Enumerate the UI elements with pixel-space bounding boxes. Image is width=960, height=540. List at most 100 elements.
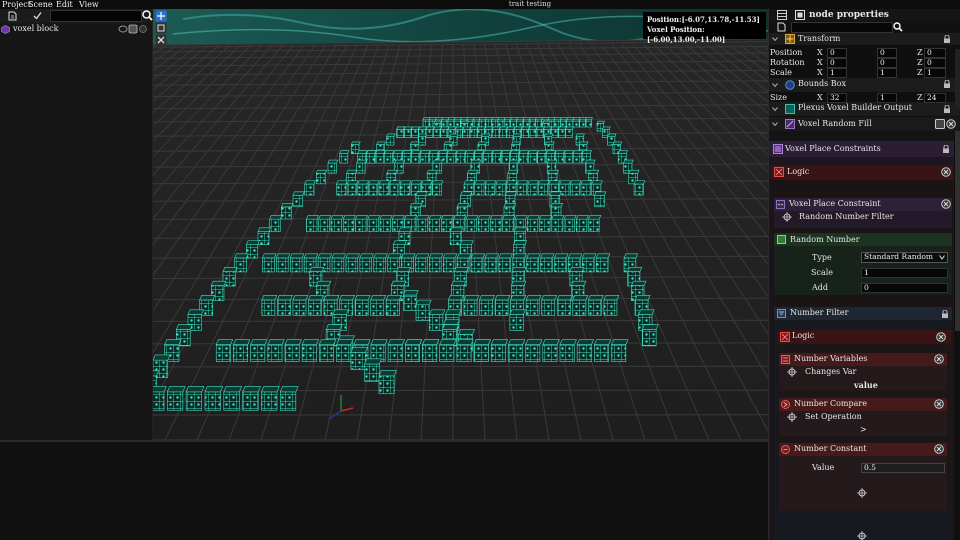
menu-bar: Project Scene Edit View trait testing [0,0,960,9]
constant-value-input[interactable]: 0.5 [861,463,945,473]
add-label: Add [812,283,829,292]
scale-label: Scale [770,68,793,77]
checkmark-icon[interactable] [33,11,42,20]
lock-icon[interactable] [943,80,951,88]
rotation-y-input[interactable]: 0 [877,58,897,68]
properties-scrollbar-top[interactable] [955,49,960,107]
node-graph: Voxel Place Constraints Logic Voxel Plac… [769,131,954,540]
number-variables-header[interactable]: Number Variables [779,353,947,366]
move-handle-icon[interactable] [782,212,792,222]
lock-icon[interactable] [942,145,950,153]
number-compare-header[interactable]: Number Compare [779,398,947,411]
transform-section-header[interactable]: Transform [769,33,960,45]
close-node-icon[interactable] [941,199,951,209]
constant-icon [781,445,790,454]
scene-search-input[interactable] [50,10,142,22]
close-node-icon[interactable] [934,354,944,364]
axis-z-label: Z [917,58,923,67]
chevron-down-icon[interactable] [772,36,778,42]
random-number-filter-label: Random Number Filter [799,212,894,221]
position-z-input[interactable]: 0 [924,48,946,58]
builder-output-section-header[interactable]: Plexus Voxel Builder Output [769,102,960,116]
voxel-position-label: Voxel Position: [647,25,705,34]
scale-z-input[interactable]: 1 [924,68,946,78]
position-row: PositionX0Y0Z0 [769,48,954,58]
bounds-box-section-header[interactable]: Bounds Box [769,78,960,92]
number-variables-label: Number Variables [794,354,868,363]
lock-icon[interactable] [941,310,949,318]
move-tool-icon [155,10,167,22]
bounds-box-label: Bounds Box [798,79,846,88]
position-readout: Position:[-6.07,13.78,-11.53] Voxel Posi… [643,12,766,44]
graph-toggle-icon[interactable] [935,119,957,129]
place-constraints-label: Voxel Place Constraints [785,144,881,153]
document-icon[interactable] [777,22,786,32]
scale-x-input[interactable]: 1 [827,68,847,78]
transform-label: Transform [798,34,841,43]
add-node-icon[interactable] [857,531,867,540]
scale-y-input[interactable]: 1 [877,68,897,78]
bounds-size-y-input[interactable]: 1 [877,93,897,103]
close-node-icon[interactable] [934,399,944,409]
scene-toolbar [0,9,153,23]
move-handle-icon[interactable] [787,412,797,422]
search-icon[interactable] [893,22,903,32]
move-handle-icon[interactable] [787,367,797,377]
axis-z-label: Z [917,48,923,57]
properties-scrollbar[interactable] [955,131,960,331]
bounds-size-z-input[interactable]: 24 [924,93,946,103]
place-constraints-header[interactable]: Voxel Place Constraints [769,141,954,157]
logic-header[interactable]: Logic [771,165,953,180]
random-number-label: Random Number [790,235,860,244]
place-constraint-header[interactable]: Voxel Place Constraint [774,198,952,211]
chevron-down-icon[interactable] [772,121,778,127]
tree-item-label: voxel block [13,24,59,33]
constraint-icon [776,200,785,209]
random-number-header[interactable]: Random Number [774,233,952,246]
voxel-scene-render [153,9,768,440]
close-node-icon[interactable] [934,444,944,454]
bounds-size-x-input[interactable]: 32 [827,93,847,103]
menu-project[interactable]: Project [2,0,31,9]
search-icon[interactable] [142,10,153,21]
visibility-toggle-icon[interactable] [118,24,148,34]
position-y-input[interactable]: 0 [877,48,897,58]
close-node-icon[interactable] [936,332,946,342]
lock-icon[interactable] [943,105,951,113]
menu-edit[interactable]: Edit [56,0,73,9]
constant-value-label: Value [812,463,835,472]
place-constraint-label: Voxel Place Constraint [789,199,881,208]
tree-item-voxel-block[interactable]: voxel block [0,23,153,35]
axis-x-label: X [817,93,823,102]
position-value: [-6.07,13.78,-11.53] [681,15,760,24]
lock-icon[interactable] [943,35,951,43]
add-node-icon[interactable] [857,488,867,498]
properties-icon [795,10,805,20]
new-document-icon[interactable] [8,11,17,21]
random-fill-section-header[interactable]: Voxel Random Fill [769,117,960,131]
number-filter-header[interactable]: Number Filter [774,307,952,320]
menu-scene[interactable]: Scene [28,0,53,9]
properties-search-input[interactable] [791,22,893,33]
compare-operator[interactable]: > [860,425,867,434]
viewport-tools [155,10,167,46]
logic-icon [780,332,790,342]
rotation-z-input[interactable]: 0 [924,58,946,68]
menu-view[interactable]: View [79,0,99,9]
rotation-x-input[interactable]: 0 [827,58,847,68]
3d-viewport[interactable]: Position:[-6.07,13.78,-11.53] Voxel Posi… [153,9,768,440]
number-constant-header[interactable]: Number Constant [779,443,947,456]
position-x-input[interactable]: 0 [827,48,847,58]
logic2-header[interactable]: Logic [777,330,951,344]
scale-input[interactable]: 1 [861,268,948,278]
chevron-down-icon[interactable] [772,82,778,88]
chevron-down-icon[interactable] [772,106,778,112]
close-node-icon[interactable] [941,167,951,177]
panel-grid-icon[interactable] [777,10,787,20]
add-input[interactable]: 0 [861,283,948,293]
window-title: trait testing [508,0,552,8]
properties-title: node properties [809,10,889,20]
variable-value-text: value [854,380,878,390]
logic-label: Logic [787,167,810,176]
type-select[interactable]: Standard Random [861,252,948,263]
